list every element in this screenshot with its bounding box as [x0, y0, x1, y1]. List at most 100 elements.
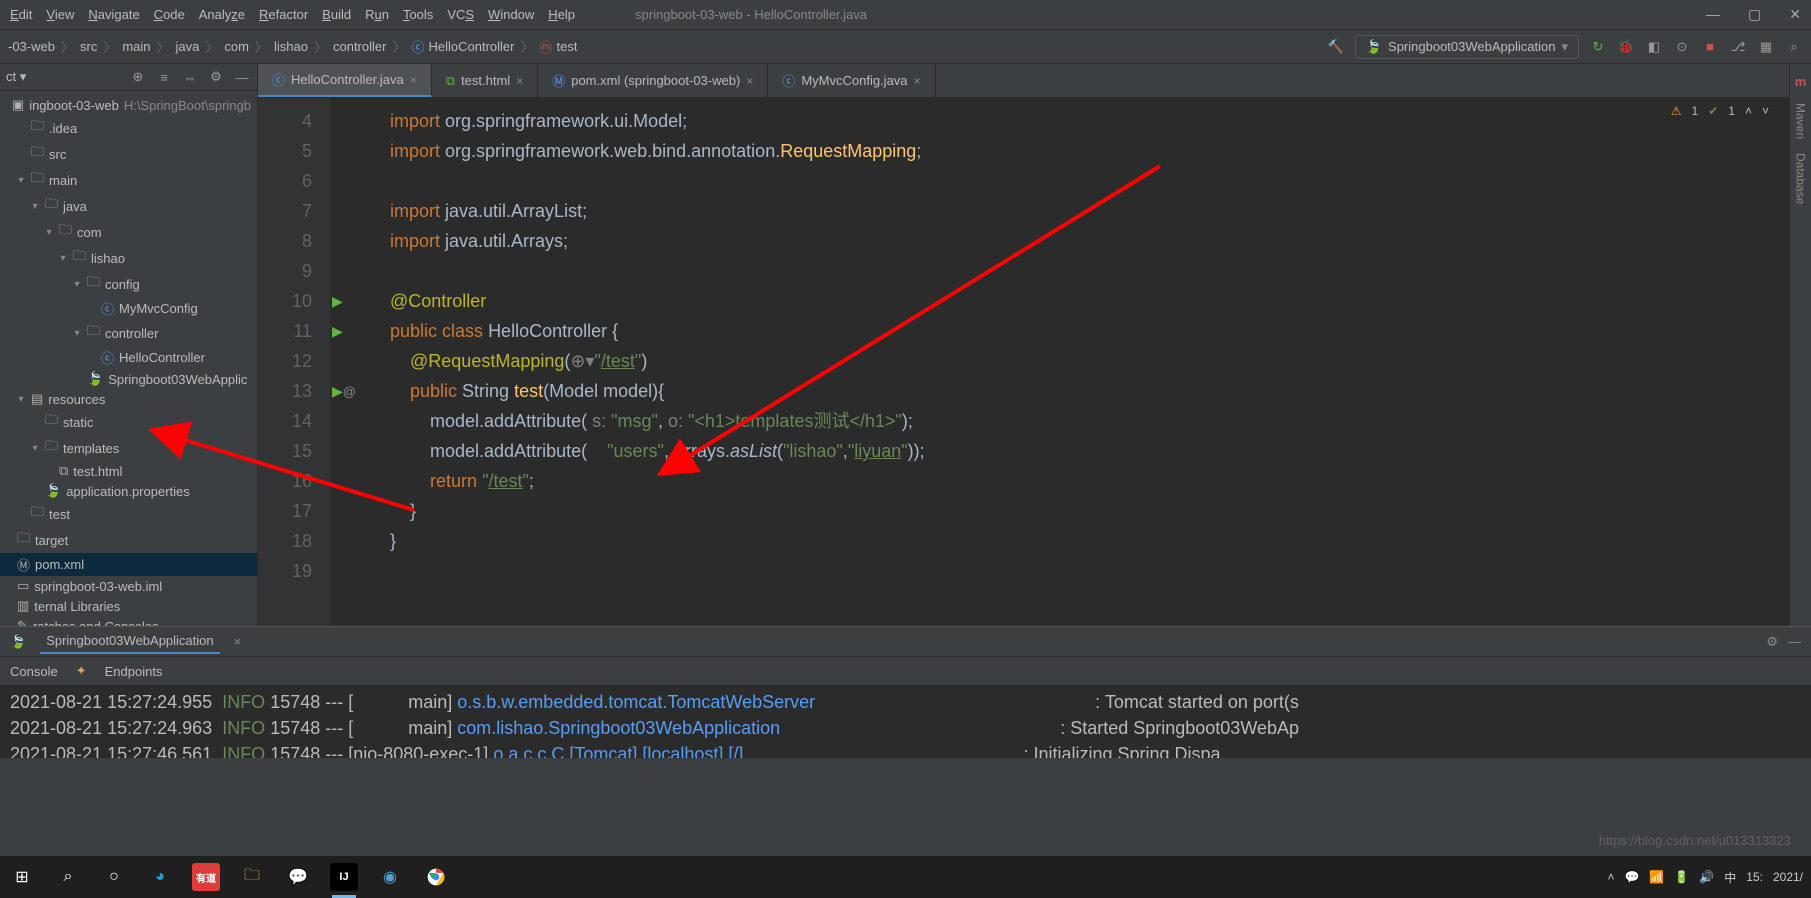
tray-chevron-icon[interactable]: ˄	[1607, 870, 1614, 884]
tree-item-hellocontroller[interactable]: ⓒHelloController	[0, 346, 257, 369]
select-opened-icon[interactable]: ⊕	[129, 68, 147, 86]
crumb-5[interactable]: lishao	[274, 39, 308, 54]
cortana-icon[interactable]: ○	[100, 863, 128, 891]
menu-navigate[interactable]: Navigate	[88, 7, 139, 22]
crumb-4[interactable]: com	[224, 39, 249, 54]
tray-ime-icon[interactable]: 中	[1724, 869, 1736, 886]
run-settings-icon[interactable]: ⚙	[1766, 634, 1778, 650]
tree-item-test-html[interactable]: ⧉test.html	[0, 461, 257, 481]
coverage-icon[interactable]: ◧	[1645, 38, 1663, 56]
tree-item-ratches-and-consoles[interactable]: ✎ratches and Consoles	[0, 616, 257, 626]
git-icon[interactable]: ⎇	[1729, 38, 1747, 56]
collapse-icon[interactable]: ⇔	[181, 68, 199, 86]
tree-item-main[interactable]: ▾🗀main	[0, 167, 257, 193]
start-icon[interactable]: ⊞	[8, 863, 36, 891]
chrome-icon[interactable]	[422, 863, 450, 891]
close-run-tab-icon[interactable]: ×	[234, 634, 242, 649]
edge-icon[interactable]: ◕	[146, 863, 174, 891]
tree-item-com[interactable]: ▾🗀com	[0, 219, 257, 245]
build-icon[interactable]: 🔨	[1327, 38, 1345, 56]
tab-testhtml[interactable]: ⧉test.html×	[432, 64, 538, 97]
tree-item-resources[interactable]: ▾▤resources	[0, 389, 257, 409]
tray-wechat-icon[interactable]: 💬	[1624, 870, 1639, 884]
tree-item-ingboot-03-web[interactable]: ▣ingboot-03-web H:\SpringBoot\springb	[0, 95, 257, 115]
browser-icon[interactable]: ◉	[376, 863, 404, 891]
structure-icon[interactable]: ▦	[1757, 38, 1775, 56]
tray-time[interactable]: 15:	[1746, 870, 1763, 884]
tree-item-application-properties[interactable]: 🍃application.properties	[0, 481, 257, 501]
tree-item-java[interactable]: ▾🗀java	[0, 193, 257, 219]
stop-icon[interactable]: ■	[1701, 38, 1719, 56]
close-tab-icon[interactable]: ×	[746, 74, 753, 88]
warn-icon[interactable]: ⚠	[1671, 104, 1682, 118]
run-config-selector[interactable]: 🍃 Springboot03WebApplication ▾	[1355, 35, 1579, 59]
tree-item-static[interactable]: 🗀static	[0, 409, 257, 435]
tab-hellocontroller[interactable]: ⓒHelloController.java×	[258, 64, 432, 97]
console-output[interactable]: 2021-08-21 15:27:24.955 INFO 15748 --- […	[0, 685, 1811, 758]
run-line-icon[interactable]: ▶	[332, 383, 343, 400]
tree-item--idea[interactable]: 🗀.idea	[0, 115, 257, 141]
run-line-icon[interactable]: ▶	[332, 293, 343, 310]
menu-help[interactable]: Help	[548, 7, 575, 22]
menu-code[interactable]: Code	[154, 7, 185, 22]
tree-item-target[interactable]: 🗀target	[0, 527, 257, 553]
tree-item-mymvcconfig[interactable]: ⓒMyMvcConfig	[0, 297, 257, 320]
debug-icon[interactable]: 🐞	[1617, 38, 1635, 56]
system-tray[interactable]: ˄ 💬 📶 🔋 🔊 中 15: 2021/	[1607, 869, 1803, 886]
menu-build[interactable]: Build	[322, 7, 351, 22]
menu-run[interactable]: Run	[365, 7, 389, 22]
tab-pomxml[interactable]: Ⓜpom.xml (springboot-03-web)×	[538, 64, 768, 97]
close-icon[interactable]: ✕	[1789, 6, 1801, 23]
gear-icon[interactable]: ⚙	[207, 68, 225, 86]
run-icon[interactable]: ↻	[1589, 38, 1607, 56]
code-content[interactable]: import org.springframework.ui.Model; imp…	[330, 98, 925, 626]
breadcrumb[interactable]: -03-web〉 src〉 main〉 java〉 com〉 lishao〉 c…	[8, 37, 577, 56]
tray-date[interactable]: 2021/	[1773, 870, 1803, 884]
maven-m-icon[interactable]: m	[1795, 74, 1807, 89]
tree-item-ternal-libraries[interactable]: ▥ternal Libraries	[0, 596, 257, 616]
tray-volume-icon[interactable]: 🔊	[1699, 870, 1714, 884]
close-tab-icon[interactable]: ×	[914, 74, 921, 88]
up-icon[interactable]: ˄	[1745, 104, 1752, 118]
crumb-7[interactable]: HelloController	[428, 39, 514, 54]
minimize-icon[interactable]: —	[1706, 6, 1720, 23]
tray-wifi-icon[interactable]: 📶	[1649, 870, 1664, 884]
project-tree[interactable]: ▣ingboot-03-web H:\SpringBoot\springb🗀.i…	[0, 91, 257, 626]
tree-item-pom-xml[interactable]: Ⓜpom.xml	[0, 553, 257, 576]
run-hide-icon[interactable]: —	[1788, 634, 1801, 650]
tree-item-config[interactable]: ▾🗀config	[0, 271, 257, 297]
tree-item-lishao[interactable]: ▾🗀lishao	[0, 245, 257, 271]
endpoints-tab[interactable]: Endpoints	[105, 664, 163, 679]
maven-tool[interactable]: Maven	[1794, 103, 1808, 139]
database-tool[interactable]: Database	[1794, 153, 1808, 204]
menu-window[interactable]: Window	[488, 7, 534, 22]
tab-mymvcconfig[interactable]: ⓒMyMvcConfig.java×	[768, 64, 935, 97]
hide-icon[interactable]: —	[233, 68, 251, 86]
tree-item-templates[interactable]: ▾🗀templates	[0, 435, 257, 461]
run-line-icon[interactable]: ▶	[332, 323, 343, 340]
tree-item-springboot03webapplic[interactable]: 🍃Springboot03WebApplic	[0, 369, 257, 389]
tree-item-test[interactable]: 🗀test	[0, 501, 257, 527]
code-area[interactable]: ⚠1 ✔1 ˄ ˅ 45678910111213141516171819 ▶ ▶…	[258, 98, 1789, 626]
close-tab-icon[interactable]: ×	[516, 74, 523, 88]
crumb-8[interactable]: test	[557, 39, 578, 54]
wechat-icon[interactable]: 💬	[284, 863, 312, 891]
search-icon[interactable]: ⌕	[1785, 38, 1803, 56]
menu-tools[interactable]: Tools	[403, 7, 433, 22]
tree-item-src[interactable]: 🗀src	[0, 141, 257, 167]
project-selector[interactable]: ct ▾	[6, 69, 26, 85]
down-icon[interactable]: ˅	[1762, 104, 1769, 118]
intellij-icon[interactable]: IJ	[330, 863, 358, 891]
menu-analyze[interactable]: Analyze	[199, 7, 245, 22]
crumb-0[interactable]: -03-web	[8, 39, 55, 54]
tree-item-springboot-03-web-iml[interactable]: ▭springboot-03-web.iml	[0, 576, 257, 596]
maximize-icon[interactable]: ▢	[1748, 6, 1761, 23]
expand-icon[interactable]: ≡	[155, 68, 173, 86]
profile-icon[interactable]: ⊙	[1673, 38, 1691, 56]
menu-vcs[interactable]: VCS	[447, 7, 474, 22]
search-taskbar-icon[interactable]: ⌕	[54, 863, 82, 891]
menu-view[interactable]: View	[46, 7, 74, 22]
menu-refactor[interactable]: Refactor	[259, 7, 308, 22]
console-tab[interactable]: Console	[10, 664, 58, 679]
tray-battery-icon[interactable]: 🔋	[1674, 870, 1689, 884]
